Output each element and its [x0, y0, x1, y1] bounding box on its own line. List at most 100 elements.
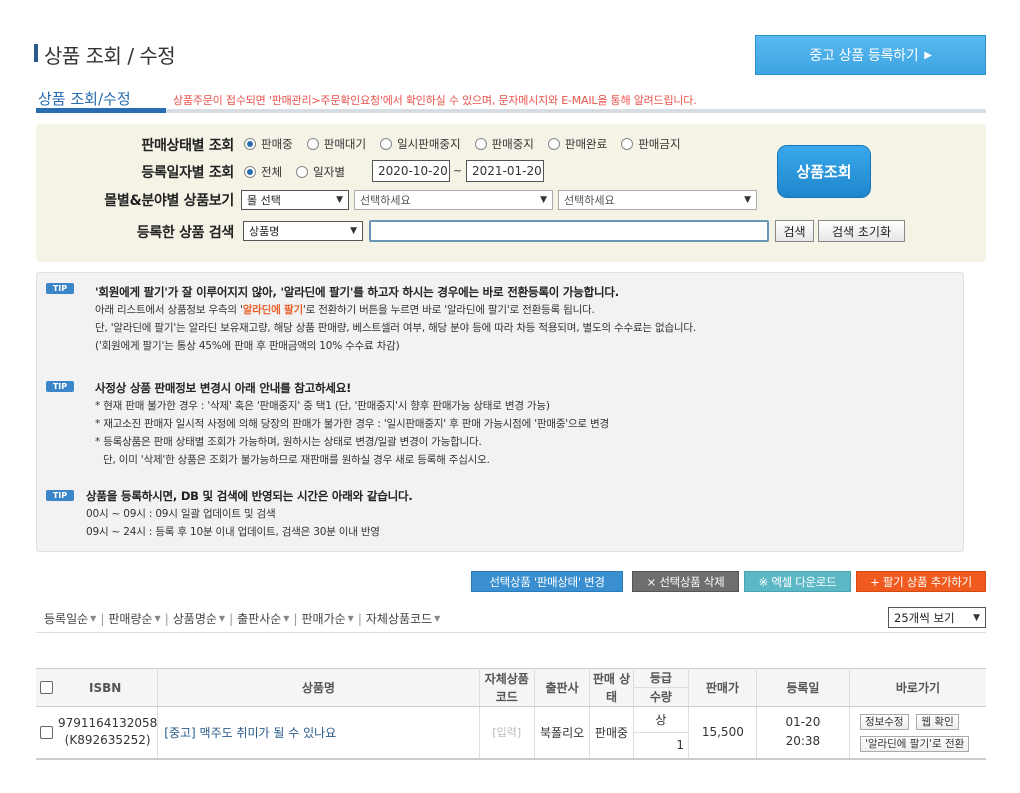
- sort-by-sales[interactable]: 판매량순 ▼: [108, 610, 160, 627]
- date-value: 01-20: [785, 715, 821, 730]
- tip2-line3: * 등록상품은 판매 상태별 조회가 가능하며, 원하시는 상태로 변경/일괄 …: [95, 436, 482, 448]
- tab-product-edit[interactable]: 상품 조회/수정: [38, 88, 131, 109]
- radio[interactable]: [306, 138, 319, 150]
- delete-selected-button[interactable]: × 선택상품 삭제: [632, 571, 739, 592]
- grade-qty-cell: 상 1: [633, 706, 690, 760]
- grade-qty-header: 등급 수량: [633, 668, 690, 707]
- tip-badge: TIP: [46, 490, 74, 501]
- chevron-down-icon: ▼: [350, 226, 357, 236]
- tip2-line2: * 재고소진 판매자 일시적 사정에 의해 당장의 판매가 불가한 경우 : '…: [95, 418, 609, 430]
- table-header-row: ISBN 상품명 자체상품 코드 출판사 판매 상태 등급 수량 판매가 등록일…: [36, 668, 986, 707]
- shortcut-cell: 정보수정 웹 확인 '알라딘에 팔기'로 전환: [849, 706, 986, 760]
- sort-separator: |: [229, 611, 234, 626]
- grade-header: 등급: [633, 669, 689, 688]
- sort-bar: 등록일순 ▼ | 판매량순 ▼ | 상품명순 ▼ | 출판사순 ▼ | 판매가순 ▼ | …: [44, 610, 440, 627]
- field-select-1[interactable]: 선택하세요 ▼: [354, 190, 553, 210]
- date-filter-label: 등록일자별 조회: [141, 165, 234, 181]
- status-option[interactable]: 판매완료: [547, 136, 607, 152]
- row-checkbox[interactable]: [40, 725, 53, 739]
- date-radio-group: 전체 일자별: [244, 164, 359, 180]
- date-header: 등록일: [756, 668, 850, 707]
- radio[interactable]: [380, 138, 393, 150]
- qty-value: 1: [676, 738, 685, 753]
- date-cell: 01-20 20:38: [756, 706, 850, 760]
- caret-down-icon: ▼: [90, 614, 97, 623]
- add-product-button[interactable]: + 팔기 상품 추가하기: [856, 571, 986, 592]
- product-query-button[interactable]: 상품조회: [777, 145, 871, 198]
- price-cell: 15,500: [688, 706, 757, 760]
- page-title: 상품 조회 / 수정: [44, 44, 176, 68]
- date-option[interactable]: 전체: [244, 164, 282, 180]
- tip2-heading: 사정상 상품 판매정보 변경시 아래 안내를 참고하세요!: [95, 381, 352, 395]
- tip1-line3: ('회원에게 팔기'는 통상 45%에 판매 후 판매금액의 10% 수수료 차…: [95, 340, 400, 352]
- caret-down-icon: ▼: [283, 614, 290, 623]
- sort-by-publisher[interactable]: 출판사순 ▼: [237, 610, 289, 627]
- reset-search-button[interactable]: 검색 초기화: [818, 220, 905, 242]
- status-option[interactable]: 판매대기: [306, 136, 366, 152]
- mall-filter-label: 몰별&분야별 상품보기: [104, 193, 234, 209]
- status-cell: 판매중: [589, 706, 634, 760]
- convert-to-aladin-button[interactable]: '알라딘에 팔기'로 전환: [859, 736, 970, 753]
- date-to-input[interactable]: 2021-01-20: [466, 160, 544, 182]
- select-all-checkbox[interactable]: [40, 680, 53, 694]
- edit-info-button[interactable]: 정보수정: [859, 714, 909, 731]
- radio-selected[interactable]: [244, 166, 256, 178]
- web-view-button[interactable]: 웹 확인: [916, 714, 959, 731]
- status-option[interactable]: 일시판매중지: [380, 136, 461, 152]
- radio[interactable]: [296, 166, 309, 178]
- date-separator: ~: [453, 164, 463, 177]
- tab-divider: [36, 109, 986, 113]
- date-from-input[interactable]: 2020-10-20: [372, 160, 450, 182]
- caret-down-icon: ▼: [434, 614, 441, 623]
- tip1-line2: 단, '알라딘에 팔기'는 알라딘 보유재고량, 해당 상품 판매량, 베스트셀…: [95, 322, 696, 334]
- price-header: 판매가: [688, 668, 757, 707]
- sort-by-name[interactable]: 상품명순 ▼: [173, 610, 225, 627]
- radio[interactable]: [474, 138, 487, 150]
- status-option[interactable]: 판매중: [244, 136, 293, 152]
- time-value: 20:38: [785, 734, 821, 749]
- shortcut-header: 바로가기: [849, 668, 986, 707]
- status-radio-group: 판매중 판매대기 일시판매중지 판매중지 판매완료 판매금지: [244, 136, 695, 152]
- status-option[interactable]: 판매금지: [621, 136, 681, 152]
- keyword-label: 등록한 상품 검색: [136, 225, 235, 241]
- isbn-header: ISBN: [36, 668, 159, 707]
- sort-separator: |: [164, 611, 169, 626]
- change-status-button[interactable]: 선택상품 '판매상태' 변경: [471, 571, 623, 592]
- status-option[interactable]: 판매중지: [474, 136, 534, 152]
- sort-separator: |: [293, 611, 298, 626]
- sort-by-date[interactable]: 등록일순 ▼: [44, 610, 96, 627]
- radio-selected[interactable]: [244, 138, 256, 150]
- sort-by-price[interactable]: 판매가순 ▼: [302, 610, 354, 627]
- product-name-link[interactable]: [중고] 맥주도 취미가 될 수 있나요: [157, 706, 480, 760]
- name-header: 상품명: [157, 668, 480, 707]
- radio[interactable]: [547, 138, 560, 150]
- radio[interactable]: [621, 138, 634, 150]
- arrow-right-icon: ▶: [924, 49, 932, 61]
- excel-download-button[interactable]: ※ 엑셀 다운로드: [744, 571, 851, 592]
- title-bar-accent: [34, 44, 38, 62]
- keyword-input[interactable]: [369, 220, 769, 242]
- tip2-line4: 단, 이미 '삭제'한 상품은 조회가 불가능하므로 재판매를 원하실 경우 새…: [103, 454, 490, 466]
- keyword-type-select[interactable]: 상품명 ▼: [243, 221, 363, 241]
- register-used-product-button[interactable]: 중고 상품 등록하기 ▶: [755, 35, 986, 75]
- status-filter-label: 판매상태별 조회: [141, 138, 234, 154]
- sort-separator: |: [357, 611, 362, 626]
- tip1-line1: 아래 리스트에서 상품정보 우측의 '알라딘에 팔기'로 전환하기 버튼을 누르…: [95, 304, 595, 316]
- page-size-select[interactable]: 25개씩 보기 ▼: [888, 607, 986, 628]
- code-header: 자체상품 코드: [479, 668, 535, 707]
- isbn-cell: 9791164132058 (K892635252): [36, 706, 159, 760]
- search-button[interactable]: 검색: [775, 220, 814, 242]
- tab-notice: 상품주문이 접수되면 '판매관리>주문확인요청'에서 확인하실 수 있으며, 문…: [173, 94, 697, 107]
- sort-divider: [36, 632, 986, 633]
- date-option[interactable]: 일자별: [296, 164, 345, 180]
- table-row: 9791164132058 (K892635252) [중고] 맥주도 취미가 …: [36, 706, 986, 760]
- tab-active-indicator: [36, 108, 166, 113]
- sort-by-code[interactable]: 자체상품코드 ▼: [366, 610, 440, 627]
- tip3-line1: 00시 ~ 09시 : 09시 일괄 업데이트 및 검색: [86, 508, 276, 520]
- register-button-label: 중고 상품 등록하기: [809, 48, 919, 64]
- qty-header: 수량: [649, 690, 672, 704]
- sort-separator: |: [100, 611, 105, 626]
- mall-select[interactable]: 몰 선택 ▼: [241, 190, 349, 210]
- code-input-link[interactable]: [입력]: [479, 706, 535, 760]
- field-select-2[interactable]: 선택하세요 ▼: [558, 190, 757, 210]
